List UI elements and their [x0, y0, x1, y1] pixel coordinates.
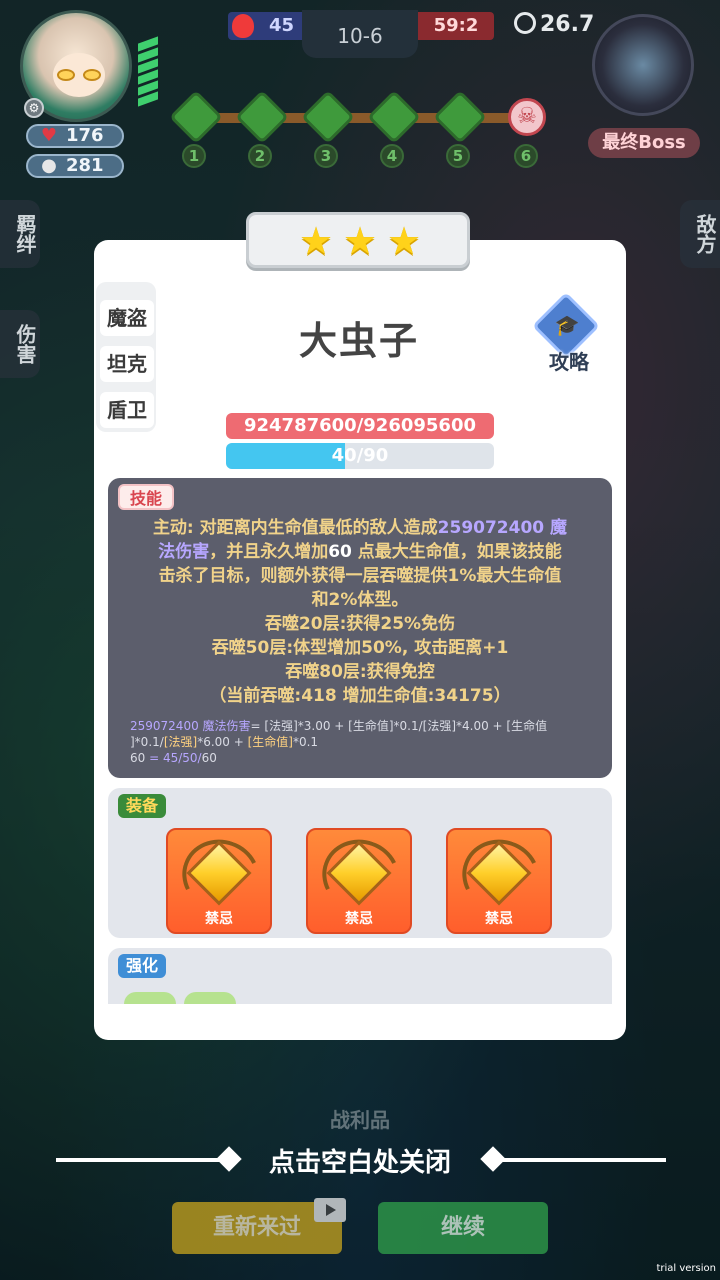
trait-item[interactable]: 盾卫: [100, 392, 154, 428]
skull-icon: ☠: [508, 98, 546, 136]
energy-meter: [138, 36, 158, 120]
trait-item[interactable]: 魔盗: [100, 300, 154, 336]
spoils-label: 战利品: [330, 1108, 390, 1132]
unit-name: 大虫子: [298, 319, 419, 363]
guide-button[interactable]: 🎓 攻略: [532, 292, 602, 374]
round-indicator: 10-6: [302, 10, 418, 58]
skill-damage-type: 法伤害: [158, 542, 210, 562]
skill-text-line: 吞噬20层:获得25%免伤: [264, 614, 456, 634]
skill-text-segment: 点最大生命值，如果该技能: [351, 542, 562, 562]
tab-damage[interactable]: 伤害: [0, 310, 40, 378]
unit-mana-bar: 40/90: [226, 443, 494, 469]
player-hp-pill: ♥ 176: [26, 124, 124, 148]
formula-segment: ]*0.1/: [130, 735, 164, 749]
skill-text-segment: 主动: 对距离内生命值最低的敌人造成: [152, 518, 438, 538]
equipment-item[interactable]: 禁忌: [166, 828, 272, 934]
formula-segment: 60: [130, 751, 146, 765]
enhance-panel: 强化: [108, 948, 612, 1004]
equipment-label: 禁忌: [485, 911, 513, 927]
trial-version-label: trial version: [656, 1263, 716, 1274]
round-timer: 26.7: [514, 12, 594, 37]
skill-damage-value: 259072400 魔: [437, 518, 568, 538]
equipment-tag: 装备: [118, 794, 167, 818]
timer-value: 26.7: [540, 12, 595, 37]
formula-segment: *0.1: [292, 735, 319, 749]
player-gold-pill: ● 281: [26, 154, 124, 178]
coin-icon: ●: [41, 155, 57, 176]
formula-segment: = 45/50/: [145, 751, 202, 765]
player-hp-value: 176: [66, 125, 104, 146]
skill-text-line: 吞噬80层:获得免控: [285, 662, 435, 682]
stage-number: 2: [248, 144, 272, 168]
enhance-chip[interactable]: [184, 992, 236, 1004]
boss-avatar[interactable]: [592, 14, 694, 116]
close-hint: 点击空白处关闭: [268, 1148, 451, 1178]
flame-icon: [232, 14, 254, 38]
heart-icon: ♥: [40, 125, 58, 146]
trait-item[interactable]: 坦克: [100, 346, 154, 382]
unit-hp-bar: 924787600/926095600: [226, 413, 494, 439]
equipment-label: 禁忌: [345, 911, 373, 927]
formula-segment: [法强]: [163, 735, 198, 749]
star-icon: ★: [343, 219, 378, 263]
skill-panel: 技能 主动: 对距离内生命值最低的敌人造成259072400 魔 法伤害，并且永…: [108, 478, 612, 778]
player-gold-value: 281: [66, 155, 104, 176]
skill-text-line: （当前吞噬:418 增加生命值:34175）: [209, 686, 511, 706]
mana-text: 40/90: [331, 445, 389, 466]
blue-score-value: 45: [268, 15, 294, 36]
divider-line: [500, 1158, 666, 1162]
equipment-panel: 装备 禁忌 禁忌 禁忌: [108, 788, 612, 938]
skill-text-line: 击杀了目标，则额外获得一层吞噬提供1%最大生命值: [158, 566, 562, 586]
gear-icon[interactable]: ⚙: [24, 98, 44, 118]
avatar-glasses: [57, 69, 101, 81]
skill-formula: 259072400 魔法伤害= [法强]*3.00 + [生命值]*0.1/[法…: [130, 718, 596, 766]
unit-detail-card: 魔盗 坦克 盾卫 大虫子 🎓 攻略 924787600/926095600 40…: [94, 240, 626, 1040]
graduation-cap-icon: 🎓: [554, 313, 580, 337]
trait-list: 魔盗 坦克 盾卫: [96, 282, 156, 432]
skill-description: 主动: 对距离内生命值最低的敌人造成259072400 魔 法伤害，并且永久增加…: [122, 516, 598, 708]
skill-text-segment: ，并且永久增加: [209, 542, 329, 562]
equipment-item[interactable]: 禁忌: [446, 828, 552, 934]
retry-button[interactable]: 重新来过: [172, 1198, 346, 1254]
guide-label: 攻略: [549, 350, 589, 374]
red-score: 59:2: [418, 12, 494, 40]
stage-number: 6: [514, 144, 538, 168]
video-ad-icon: [314, 1198, 346, 1222]
star-rating: ★ ★ ★: [246, 212, 470, 268]
blue-score: 45: [228, 12, 304, 40]
stage-number: 3: [314, 144, 338, 168]
equipment-item[interactable]: 禁忌: [306, 828, 412, 934]
formula-segment: *6.00 +: [197, 735, 248, 749]
divider-line: [56, 1158, 224, 1162]
formula-segment: [生命值]: [247, 735, 293, 749]
clock-icon: [514, 12, 536, 34]
formula-segment: 259072400 魔法伤害: [130, 719, 251, 733]
stage-number: 1: [182, 144, 206, 168]
boss-label: 最终Boss: [588, 128, 700, 158]
skill-text-line: 吞噬50层:体型增加50%, 攻击距离+1: [211, 638, 509, 658]
skill-text-line: 和2%体型。: [311, 590, 409, 610]
retry-label: 重新来过: [212, 1215, 301, 1240]
stage-number: 5: [446, 144, 470, 168]
enhance-chip[interactable]: [124, 992, 176, 1004]
equipment-label: 禁忌: [205, 911, 233, 927]
star-icon: ★: [299, 219, 334, 263]
enhance-tag: 强化: [118, 954, 167, 978]
stage-number: 4: [380, 144, 404, 168]
star-icon: ★: [387, 219, 422, 263]
skill-hp-gain: 60: [328, 542, 352, 562]
formula-segment: 60: [201, 751, 217, 765]
skill-tag: 技能: [118, 484, 175, 510]
tab-bonds[interactable]: 羁绊: [0, 200, 40, 268]
tab-enemy[interactable]: 敌方: [680, 200, 720, 268]
continue-button[interactable]: 继续: [378, 1202, 548, 1254]
formula-segment: = [法强]*3.00 + [生命值]*0.1/[法强]*4.00 + [生命值: [250, 719, 548, 733]
